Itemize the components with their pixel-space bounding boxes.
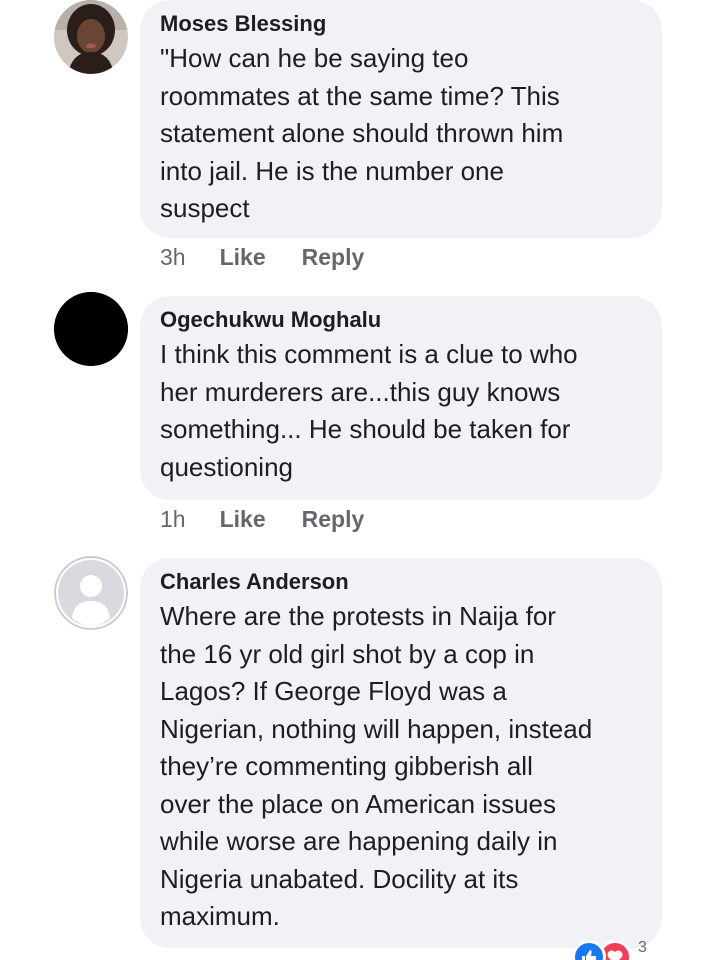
like-icon (572, 940, 606, 960)
avatar[interactable] (54, 0, 128, 74)
avatar[interactable] (54, 292, 128, 366)
comment-bubble: Ogechukwu Moghalu I think this comment i… (140, 296, 662, 500)
comment-author[interactable]: Charles Anderson (160, 568, 642, 596)
profile-photo-icon (54, 0, 128, 74)
comment-author[interactable]: Ogechukwu Moghalu (160, 306, 642, 334)
comment-text: Where are the protests in Naija for the … (160, 601, 593, 931)
comment-timestamp[interactable]: 3h (160, 244, 186, 271)
reaction-count: 3 (638, 939, 647, 956)
comment-bubble: Charles Anderson Where are the protests … (140, 558, 662, 948)
comment-text: I think this comment is a clue to who he… (160, 339, 578, 482)
avatar[interactable] (54, 556, 128, 630)
like-button[interactable]: Like (220, 244, 266, 271)
black-circle-avatar-icon (54, 292, 128, 366)
reply-button[interactable]: Reply (302, 244, 365, 271)
like-button[interactable]: Like (220, 506, 266, 533)
reaction-summary[interactable]: 3 (572, 939, 647, 960)
comment-text: "How can he be saying teo roommates at t… (160, 43, 564, 223)
comment-author[interactable]: Moses Blessing (160, 10, 642, 38)
comment-actions: 3h Like Reply (160, 244, 364, 271)
comment-thread: Moses Blessing "How can he be saying teo… (0, 0, 707, 960)
reply-button[interactable]: Reply (302, 506, 365, 533)
comment-timestamp[interactable]: 1h (160, 506, 186, 533)
comment-bubble: Moses Blessing "How can he be saying teo… (140, 0, 662, 238)
comment-actions: 1h Like Reply (160, 506, 364, 533)
default-user-silhouette-icon (54, 556, 128, 630)
